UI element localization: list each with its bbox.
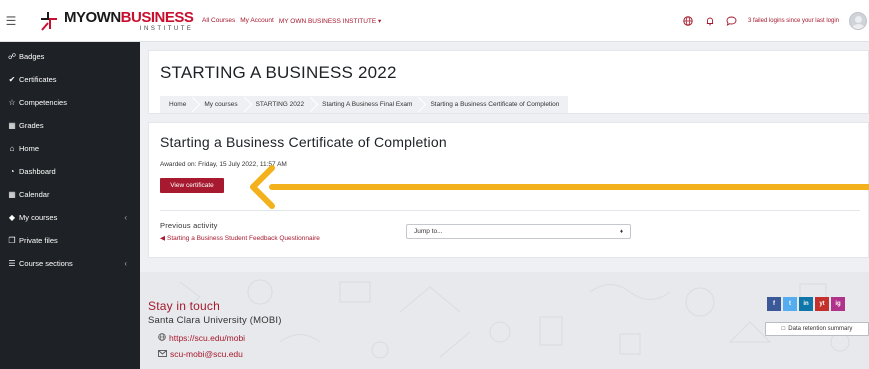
breadcrumb: Home My courses STARTING 2022 Starting A… bbox=[160, 96, 569, 113]
messages-chat-icon[interactable] bbox=[726, 15, 738, 27]
youtube-icon[interactable]: yt bbox=[815, 297, 829, 311]
chevron-left-icon: ‹ bbox=[124, 259, 127, 268]
organization-name: Santa Clara University (MOBI) bbox=[148, 315, 282, 326]
social-links: f t in yt ig bbox=[767, 297, 845, 311]
site-logo[interactable]: MYOWNBUSINESS INSTITUTE bbox=[38, 8, 194, 32]
sidebar-item-dashboard[interactable]: ◔ Dashboard bbox=[0, 160, 140, 183]
linkedin-icon[interactable]: in bbox=[799, 297, 813, 311]
sidebar-item-label: Course sections bbox=[19, 259, 73, 268]
breadcrumb-current[interactable]: Starting a Business Certificate of Compl… bbox=[421, 96, 568, 113]
logo-text-right: BUSINESS bbox=[120, 8, 194, 26]
sidebar-item-label: My courses bbox=[19, 213, 58, 222]
divider bbox=[160, 210, 860, 211]
awarded-date: Awarded on: Friday, 15 July 2022, 11:57 … bbox=[160, 161, 287, 168]
logo-subtitle: INSTITUTE bbox=[139, 25, 194, 32]
notification-bell-icon[interactable] bbox=[704, 15, 716, 27]
user-avatar[interactable] bbox=[849, 12, 867, 30]
select-caret-icon: ♦ bbox=[619, 228, 623, 235]
home-icon: ⌂ bbox=[9, 144, 15, 153]
logo-text-left: MYOWN bbox=[64, 8, 121, 26]
grades-icon: ▦ bbox=[8, 121, 16, 130]
list-icon: ☰ bbox=[8, 259, 16, 268]
nav-link-my-account[interactable]: My Account bbox=[240, 17, 274, 24]
page-header-card: STARTING A BUSINESS 2022 Home My courses… bbox=[148, 50, 869, 114]
sidebar-item-course-sections[interactable]: ☰ Course sections ‹ bbox=[0, 252, 140, 275]
sidebar-item-label: Private files bbox=[19, 236, 58, 245]
calendar-icon: ▦ bbox=[8, 190, 16, 199]
data-retention-label: Data retention summary bbox=[788, 326, 853, 332]
stay-in-touch-heading: Stay in touch bbox=[148, 299, 220, 313]
sidebar-item-home[interactable]: ⌂ Home bbox=[0, 137, 140, 160]
activity-title: Starting a Business Certificate of Compl… bbox=[160, 134, 447, 150]
sidebar-item-competencies[interactable]: ☆ Competencies bbox=[0, 91, 140, 114]
sidebar-item-label: Calendar bbox=[19, 190, 50, 199]
failed-logins-text[interactable]: 3 failed logins since your last login bbox=[748, 18, 839, 24]
globe-icon bbox=[158, 333, 166, 343]
nav-link-institute-menu[interactable]: MY OWN BUSINESS INSTITUTE ▾ bbox=[279, 17, 381, 25]
star-icon: ☆ bbox=[8, 98, 16, 107]
nav-link-all-courses[interactable]: All Courses bbox=[202, 17, 235, 24]
email-link-text: scu-mobi@scu.edu bbox=[170, 349, 243, 359]
badge-icon: ☍ bbox=[7, 52, 17, 61]
data-retention-summary-button[interactable]: □ Data retention summary bbox=[765, 322, 869, 336]
page-footer: Stay in touch Santa Clara University (MO… bbox=[140, 272, 869, 369]
breadcrumb-home[interactable]: Home bbox=[160, 96, 195, 113]
sidebar-item-certificates[interactable]: ✔ Certificates bbox=[0, 68, 140, 91]
twitter-icon[interactable]: t bbox=[783, 297, 797, 311]
sidebar-item-private-files[interactable]: ❐ Private files bbox=[0, 229, 140, 252]
language-globe-icon[interactable] bbox=[682, 15, 694, 27]
breadcrumb-course[interactable]: STARTING 2022 bbox=[247, 96, 314, 113]
previous-activity-label: Previous activity bbox=[160, 221, 218, 230]
sidebar-item-label: Dashboard bbox=[19, 167, 56, 176]
sidebar-item-label: Competencies bbox=[19, 98, 67, 107]
sidebar-item-label: Certificates bbox=[19, 75, 57, 84]
website-link-text: https://scu.edu/mobi bbox=[169, 333, 246, 343]
view-certificate-button[interactable]: View certificate bbox=[160, 178, 224, 193]
envelope-icon bbox=[158, 349, 167, 359]
logo-icon bbox=[38, 10, 60, 32]
certificate-icon: ✔ bbox=[8, 75, 16, 84]
sidebar-item-my-courses[interactable]: ◆ My courses ‹ bbox=[0, 206, 140, 229]
previous-activity-link-text: Starting a Business Student Feedback Que… bbox=[167, 234, 320, 242]
menu-toggle-button[interactable]: ☰ bbox=[0, 0, 22, 42]
caret-left-icon: ◀ bbox=[160, 235, 165, 242]
jump-to-placeholder: Jump to... bbox=[414, 228, 443, 235]
sidebar-item-label: Grades bbox=[19, 121, 44, 130]
chevron-left-icon: ‹ bbox=[124, 213, 127, 222]
facebook-icon[interactable]: f bbox=[767, 297, 781, 311]
activity-card: Starting a Business Certificate of Compl… bbox=[148, 122, 869, 258]
hamburger-icon: ☰ bbox=[5, 13, 17, 28]
document-icon: □ bbox=[781, 326, 786, 332]
top-navbar: ☰ MYOWNBUSINESS INSTITUTE All Courses My… bbox=[0, 0, 869, 42]
breadcrumb-my-courses[interactable]: My courses bbox=[195, 96, 246, 113]
sidebar-item-grades[interactable]: ▦ Grades bbox=[0, 114, 140, 137]
sidebar-navigation: ☍ Badges ✔ Certificates ☆ Competencies ▦… bbox=[0, 42, 140, 369]
top-navigation: All Courses My Account MY OWN BUSINESS I… bbox=[202, 17, 381, 25]
jump-to-select[interactable]: Jump to... ♦ bbox=[406, 224, 631, 239]
sidebar-item-label: Home bbox=[19, 144, 40, 153]
files-icon: ❐ bbox=[8, 236, 16, 245]
email-link[interactable]: scu-mobi@scu.edu bbox=[158, 349, 243, 359]
sidebar-item-calendar[interactable]: ▦ Calendar bbox=[0, 183, 140, 206]
sidebar-item-badges[interactable]: ☍ Badges bbox=[0, 45, 140, 68]
course-title: STARTING A BUSINESS 2022 bbox=[160, 63, 397, 82]
dashboard-icon: ◔ bbox=[9, 167, 15, 176]
website-link[interactable]: https://scu.edu/mobi bbox=[158, 333, 245, 343]
previous-activity-link[interactable]: ◀ Starting a Business Student Feedback Q… bbox=[160, 234, 320, 243]
instagram-icon[interactable]: ig bbox=[831, 297, 845, 311]
breadcrumb-section[interactable]: Starting A Business Final Exam bbox=[313, 96, 421, 113]
graduation-cap-icon: ◆ bbox=[8, 213, 16, 222]
sidebar-item-label: Badges bbox=[19, 52, 45, 61]
